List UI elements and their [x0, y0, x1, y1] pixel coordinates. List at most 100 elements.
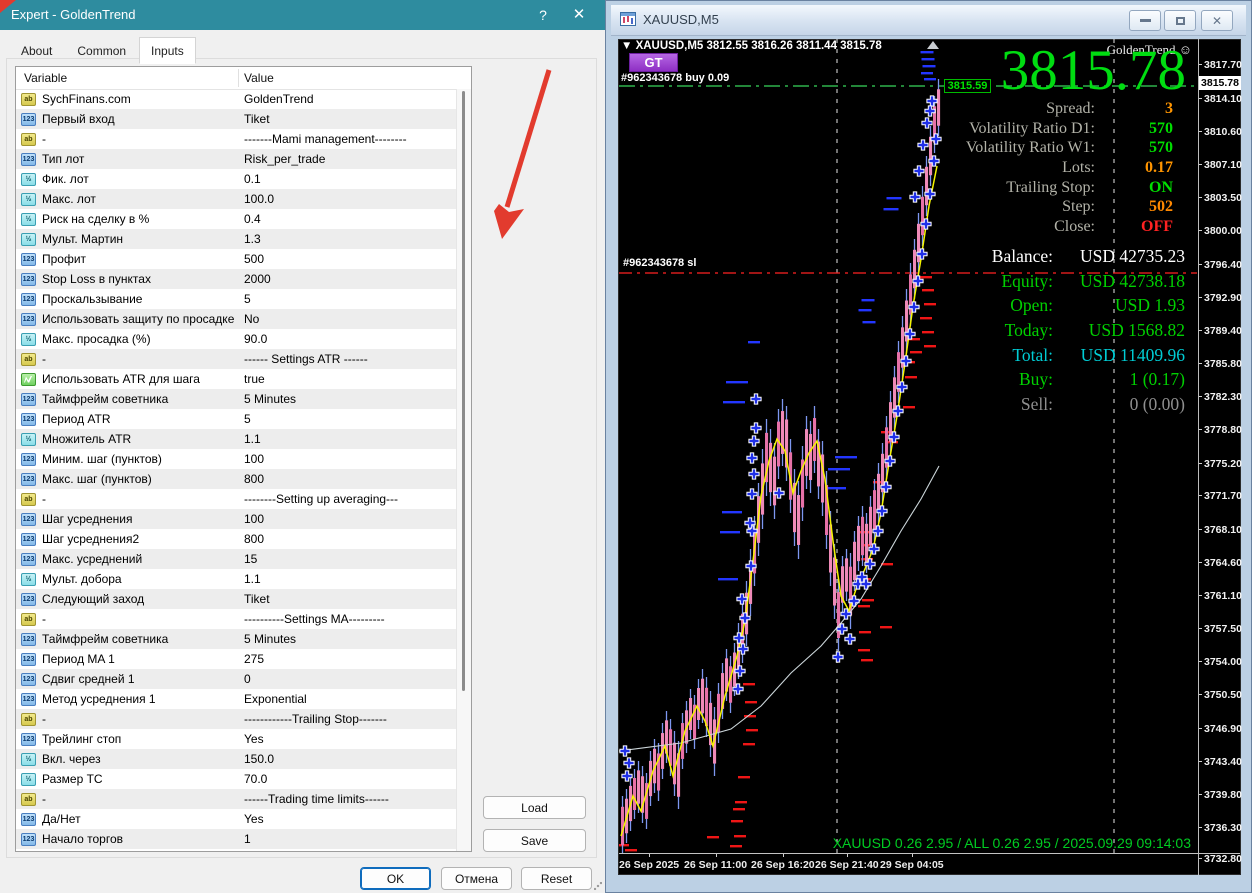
param-row[interactable]: 123 Использовать защиту по просадке No [16, 309, 458, 329]
param-value[interactable]: -------Mami management-------- [244, 132, 407, 146]
param-row[interactable]: ab - -------Mami management-------- [16, 129, 458, 149]
param-value[interactable]: 100.0 [244, 192, 274, 206]
param-value[interactable]: Exponential [244, 692, 307, 706]
param-value[interactable]: 5 [244, 292, 251, 306]
param-value[interactable]: 150.0 [244, 752, 274, 766]
param-row[interactable]: ½ Макс. просадка (%) 90.0 [16, 329, 458, 349]
table-scrollbar[interactable] [456, 89, 471, 851]
param-value[interactable]: Tiket [244, 592, 270, 606]
param-value[interactable]: 275 [244, 652, 264, 666]
param-value[interactable]: 500 [244, 252, 264, 266]
help-button[interactable]: ? [529, 0, 557, 30]
chart-plot[interactable]: ▼ XAUUSD,M5 3812.55 3816.26 3811.44 3815… [619, 39, 1197, 853]
param-row[interactable]: ½ Риск на сделку в % 0.4 [16, 209, 458, 229]
param-value[interactable]: Yes [244, 732, 264, 746]
param-value[interactable]: 15 [244, 552, 257, 566]
param-value[interactable]: 100 [244, 452, 264, 466]
param-row[interactable]: ½ Множитель ATR 1.1 [16, 429, 458, 449]
param-value[interactable]: 90.0 [244, 332, 267, 346]
dialog-resize-grip[interactable] [594, 882, 602, 890]
price-axis[interactable]: 3817.70 3814.10 3810.60 3807.10 3803.50 3800.… [1198, 39, 1242, 875]
param-row[interactable]: ½ Вкл. через 150.0 [16, 749, 458, 769]
param-value[interactable]: 5 Minutes [244, 392, 296, 406]
param-row[interactable]: ½ Мульт. добора 1.1 [16, 569, 458, 589]
restore-button[interactable] [1164, 10, 1196, 31]
param-value[interactable]: true [244, 372, 265, 386]
param-row[interactable]: ab - ------------Trailing Stop------- [16, 709, 458, 729]
param-value[interactable]: ------------Trailing Stop------- [244, 712, 387, 726]
param-value[interactable]: GoldenTrend [244, 92, 314, 106]
param-row[interactable]: 123 Период MA 1 275 [16, 649, 458, 669]
param-value[interactable]: 0.1 [244, 172, 261, 186]
save-button[interactable]: Save [483, 829, 586, 852]
param-value[interactable]: ------ Settings ATR ------ [244, 352, 368, 366]
param-value[interactable]: 2000 [244, 272, 271, 286]
param-row[interactable]: ½ Размер ТС 70.0 [16, 769, 458, 789]
param-row[interactable]: 123 Тип лот Risk_per_trade [16, 149, 458, 169]
reset-button[interactable]: Reset [521, 867, 592, 890]
gt-expert-button[interactable]: GT [629, 53, 678, 72]
param-row[interactable]: ab SychFinans.com GoldenTrend [16, 89, 458, 109]
param-value[interactable]: 1 [244, 832, 251, 846]
load-button[interactable]: Load [483, 796, 586, 819]
dialog-titlebar[interactable]: Expert - GoldenTrend ? ✕ [0, 0, 605, 30]
param-row[interactable]: 123 Да/Нет Yes [16, 809, 458, 829]
param-row[interactable]: 123 Период ATR 5 [16, 409, 458, 429]
param-row[interactable]: 123 Трейлинг стоп Yes [16, 729, 458, 749]
param-row[interactable]: 123 Stop Loss в пунктах 2000 [16, 269, 458, 289]
param-row[interactable]: ab - ------ Settings ATR ------ [16, 349, 458, 369]
account-label: Total: [1012, 344, 1053, 365]
param-row[interactable]: Использовать ATR для шага true [16, 369, 458, 389]
price-axis-label: 3743.40 [1199, 756, 1242, 768]
param-value[interactable]: 1.3 [244, 232, 261, 246]
cancel-button[interactable]: Отмена [441, 867, 512, 890]
param-row[interactable]: 123 Шаг усреднения2 800 [16, 529, 458, 549]
param-row[interactable]: ab - ------Trading time limits------ [16, 789, 458, 809]
load-button-label: Load [521, 801, 548, 815]
param-value[interactable]: 800 [244, 532, 264, 546]
param-row[interactable]: 123 Метод усреднения 1 Exponential [16, 689, 458, 709]
param-value[interactable]: 800 [244, 472, 264, 486]
param-row[interactable]: 123 Следующий заход Tiket [16, 589, 458, 609]
chart-window-titlebar[interactable]: XAUUSD,M5 ✕ [611, 5, 1246, 36]
param-value[interactable]: 5 [244, 412, 251, 426]
param-value[interactable]: 1.1 [244, 432, 261, 446]
param-value[interactable]: No [244, 312, 259, 326]
chart-close-button[interactable]: ✕ [1201, 10, 1233, 31]
param-row[interactable]: ab - ----------Settings MA--------- [16, 609, 458, 629]
param-value[interactable]: Tiket [244, 112, 270, 126]
close-button[interactable]: ✕ [565, 0, 593, 30]
param-row[interactable]: 123 Профит 500 [16, 249, 458, 269]
param-type-int-icon: 123 [21, 112, 36, 126]
param-row[interactable]: ab - --------Setting up averaging--- [16, 489, 458, 509]
param-value[interactable]: --------Setting up averaging--- [244, 492, 398, 506]
param-row[interactable]: 123 Таймфрейм советника 5 Minutes [16, 389, 458, 409]
param-value[interactable]: 1.1 [244, 572, 261, 586]
param-row[interactable]: 123 Таймфрейм советника 5 Minutes [16, 629, 458, 649]
param-row[interactable]: ½ Мульт. Мартин 1.3 [16, 229, 458, 249]
param-value[interactable]: Yes [244, 812, 264, 826]
param-value[interactable]: ------Trading time limits------ [244, 792, 389, 806]
param-row[interactable]: 123 Сдвиг средней 10 [16, 669, 458, 689]
scrollbar-thumb[interactable] [462, 91, 465, 691]
param-value[interactable]: 0 [244, 672, 251, 686]
param-value[interactable]: 70.0 [244, 772, 267, 786]
param-value[interactable]: 100 [244, 512, 264, 526]
tab-inputs[interactable]: Inputs [139, 37, 196, 64]
param-row[interactable]: ½ Макс. лот 100.0 [16, 189, 458, 209]
param-value[interactable]: Risk_per_trade [244, 152, 325, 166]
ok-button[interactable]: OK [360, 867, 431, 890]
param-row[interactable]: ½ Фик. лот 0.1 [16, 169, 458, 189]
minimize-button[interactable] [1129, 10, 1161, 31]
param-row[interactable]: 123 Макс. усреднений 15 [16, 549, 458, 569]
param-row[interactable]: 123 Начало торгов 1 [16, 829, 458, 849]
param-row[interactable]: 123 Макс. шаг (пунктов) 800 [16, 469, 458, 489]
param-row[interactable]: 123 Миним. шаг (пунктов) 100 [16, 449, 458, 469]
param-value[interactable]: 0.4 [244, 212, 261, 226]
param-row[interactable]: 123 Первый вход Tiket [16, 109, 458, 129]
param-row[interactable]: 123 Шаг усреднения 100 [16, 509, 458, 529]
param-value[interactable]: ----------Settings MA--------- [244, 612, 385, 626]
param-row[interactable]: 123 Проскальзывание 5 [16, 289, 458, 309]
param-value[interactable]: 5 Minutes [244, 632, 296, 646]
time-axis[interactable]: 26 Sep 2025 26 Sep 11:00 26 Sep 16:20 26 Se… [619, 853, 1240, 876]
